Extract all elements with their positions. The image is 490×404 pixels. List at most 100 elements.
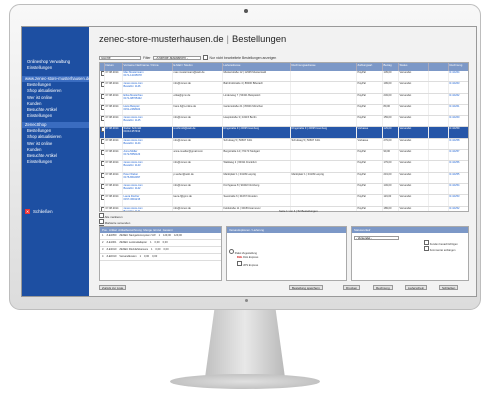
cell-name-text[interactable]: zenec-store.com Bestellnr. 1146 — [124, 82, 143, 88]
cell-name-text[interactable]: Erika Musterfrau 0171-98765432 — [124, 94, 143, 100]
cell-invoice-text[interactable]: R-10256 — [450, 161, 460, 164]
table-row[interactable]: 07.08.2014 Erika Musterfrau 0171-98765432… — [100, 93, 468, 105]
cell-name-text[interactable]: Hans Beispiel 0151-2468024 — [124, 105, 141, 111]
back-button[interactable]: Zurück zur Liste — [99, 285, 127, 290]
ship-marked-checkbox[interactable] — [99, 219, 104, 224]
cell-invoice[interactable]: R-10252 — [448, 206, 468, 211]
cell-invoice[interactable]: R-10261 — [448, 104, 468, 117]
cell-name[interactable]: zenec-store.com Bestellnr. 1144 — [122, 138, 173, 151]
cell-invoice-text[interactable]: R-10259 — [450, 127, 460, 130]
cell-name[interactable]: Peter Weber 0176-8642097 — [122, 172, 173, 184]
logout-button[interactable]: ✕ Schließen — [25, 209, 53, 214]
table-row[interactable]: 07.08.2014 Hans Beispiel 0151-2468024 hans… — [100, 104, 468, 117]
cell-name[interactable]: Laura Fischer 0157-3691215 — [122, 194, 173, 207]
cell-name[interactable]: Hans Beispiel 0151-2468024 — [122, 104, 173, 117]
cell-amount-text: 199,00 — [383, 82, 392, 86]
position-row[interactable]: 1 Z-E2050 ZENEC Navigationssystem VW 1 129,0… — [100, 233, 221, 240]
sidebar-item-settings[interactable]: Einstellungen — [22, 65, 89, 71]
cell-invoice-text[interactable]: R-10260 — [450, 116, 460, 119]
cell-name[interactable]: Max Mustermann 0171-12345678 — [122, 71, 173, 83]
col-status[interactable]: Status — [398, 63, 429, 71]
table-row[interactable]: 07.08.2014 Max Mustermann 0171-12345678 ma… — [100, 71, 468, 83]
cell-name-text[interactable]: Stefan Schmidt 0160-1357913 — [124, 127, 142, 133]
cell-invoice[interactable]: R-10254 — [448, 183, 468, 196]
cell-invoice-text[interactable]: R-10255 — [450, 173, 460, 176]
cell-name[interactable]: zenec-store.com Bestellnr. 1142 — [122, 183, 173, 196]
cell-name[interactable]: Stefan Schmidt 0160-1357913 — [122, 126, 173, 139]
position-row[interactable]: 3 Z-E3010 ZENEC Rückfahrkamera 1 0,00 0,00 — [100, 247, 221, 254]
cell-name-text[interactable]: zenec-store.com Bestellnr. 1144 — [124, 139, 143, 145]
col-name[interactable]: Vorname Nachname / Firma — [122, 63, 173, 71]
cell-invoice-text[interactable]: R-10253 — [450, 195, 460, 198]
cell-name[interactable]: zenec-store.com Bestellnr. 1145 — [122, 115, 173, 128]
cell-invoice[interactable]: R-10260 — [448, 115, 468, 128]
unprocessed-checkbox[interactable] — [202, 55, 208, 60]
cell-name-text[interactable]: zenec-store.com Bestellnr. 1143 — [124, 161, 143, 167]
shipping-radio[interactable] — [229, 249, 234, 254]
table-row[interactable]: 07.08.2014 Stefan Schmidt 0160-1357913 s.s… — [100, 126, 468, 139]
save-button[interactable]: Bestellung speichern — [289, 285, 323, 290]
cell-invoice[interactable]: R-10255 — [448, 172, 468, 184]
cell-name[interactable]: zenec-store.com Bestellnr. 1146 — [122, 81, 173, 94]
cell-invoice[interactable]: R-10258 — [448, 138, 468, 151]
cell-name-text[interactable]: Peter Weber 0176-8642097 — [124, 173, 141, 179]
carrier-row-2[interactable]: UPS Express — [227, 261, 346, 267]
display-select[interactable]: - Anzeige auswählen - — [152, 55, 201, 60]
cell-invoice[interactable]: R-10253 — [448, 194, 468, 207]
cell-invoice[interactable]: R-10256 — [448, 160, 468, 173]
cell-name-text[interactable]: zenec-store.com Bestellnr. 1142 — [124, 184, 143, 190]
cell-invoice[interactable]: R-10263 — [448, 81, 468, 94]
col-amount[interactable]: Betrag — [382, 63, 399, 71]
sidebar-item-store-settings[interactable]: Einstellungen — [22, 113, 89, 119]
cell-invoice-text[interactable]: R-10263 — [450, 82, 460, 85]
cell-invoice-text[interactable]: R-10258 — [450, 139, 460, 142]
cell-name-text[interactable]: zenec-store.com Bestellnr. 1145 — [124, 116, 143, 122]
col-delivery[interactable]: Lieferadresse — [222, 63, 291, 71]
cell-name-text[interactable]: zenec-store.com Bestellnr. 1141 — [124, 207, 143, 211]
comment-row[interactable]: Kommentar anhängen — [352, 246, 468, 252]
cell-invoice-text[interactable]: R-10254 — [450, 184, 460, 187]
invoice-button[interactable]: Rechnung — [373, 285, 393, 290]
cell-name[interactable]: zenec-store.com Bestellnr. 1141 — [122, 206, 173, 211]
table-row[interactable]: 07.08.2014 zenec-store.com Bestellnr. 114… — [100, 183, 468, 196]
cell-invoice[interactable]: R-10262 — [448, 93, 468, 105]
table-row[interactable]: 07.08.2014 zenec-store.com Bestellnr. 114… — [100, 81, 468, 94]
col-date[interactable]: Datum — [104, 63, 123, 71]
cell-invoice-text[interactable]: R-10264 — [450, 71, 460, 74]
print-button[interactable]: Drucken — [343, 285, 361, 290]
col-email[interactable]: E-Mail / Telefon — [172, 63, 223, 71]
select-all-checkbox[interactable] — [99, 213, 104, 218]
comment-checkbox[interactable] — [424, 246, 429, 251]
table-row[interactable]: 07.08.2014 Peter Weber 0176-8642097 p.webe… — [100, 172, 468, 184]
cell-invoice[interactable]: R-10259 — [448, 126, 468, 139]
close-button[interactable]: Schließen — [439, 285, 459, 290]
cell-invoice-text[interactable]: R-10257 — [450, 150, 460, 153]
cell-invoice[interactable]: R-10257 — [448, 149, 468, 162]
search-input[interactable]: Suche — [99, 55, 141, 60]
table-row[interactable]: 07.08.2014 zenec-store.com Bestellnr. 114… — [100, 160, 468, 173]
cell-name-text[interactable]: Max Mustermann 0171-12345678 — [124, 71, 144, 77]
cell-name-text[interactable]: Laura Fischer 0157-3691215 — [124, 195, 141, 201]
cell-name[interactable]: Anna Müller 0172-5550123 — [122, 149, 173, 162]
sidebar-item-settings-2[interactable]: Einstellungen — [22, 159, 89, 165]
cell-invoice-text[interactable]: R-10252 — [450, 207, 460, 210]
delivery-note-button[interactable]: Lieferschein — [405, 285, 428, 290]
position-row[interactable]: 2 Z-E1001 ZENEC Lenkradadapter 1 0,00 0,00 — [100, 240, 221, 247]
col-payment[interactable]: Zahlungsart — [356, 63, 383, 71]
table-row[interactable]: 07.08.2014 Anna Müller 0172-5550123 anna.m… — [100, 149, 468, 162]
cell-name[interactable]: Erika Musterfrau 0171-98765432 — [122, 93, 173, 105]
col-billing[interactable]: Rechnungsadresse — [290, 63, 357, 71]
table-row[interactable]: 07.08.2014 zenec-store.com Bestellnr. 114… — [100, 138, 468, 151]
notify-checkbox[interactable] — [424, 240, 429, 245]
col-invoice[interactable]: Rechnung — [448, 63, 468, 71]
table-row[interactable]: 07.08.2014 Laura Fischer 0157-3691215 laur… — [100, 194, 468, 207]
table-row[interactable]: 07.08.2014 zenec-store.com Bestellnr. 114… — [100, 115, 468, 128]
position-cell: 0,00 — [154, 241, 160, 244]
cell-invoice-text[interactable]: R-10262 — [450, 94, 460, 97]
cell-name-text[interactable]: Anna Müller 0172-5550123 — [124, 150, 141, 156]
cell-invoice-text[interactable]: R-10261 — [450, 105, 460, 108]
position-row[interactable]: 4 Z-E0010 Versandkosten 1 0,00 0,00 — [100, 254, 221, 261]
cell-name[interactable]: zenec-store.com Bestellnr. 1143 — [122, 160, 173, 173]
cell-invoice[interactable]: R-10264 — [448, 71, 468, 83]
carrier-checkbox-2[interactable] — [237, 261, 242, 266]
